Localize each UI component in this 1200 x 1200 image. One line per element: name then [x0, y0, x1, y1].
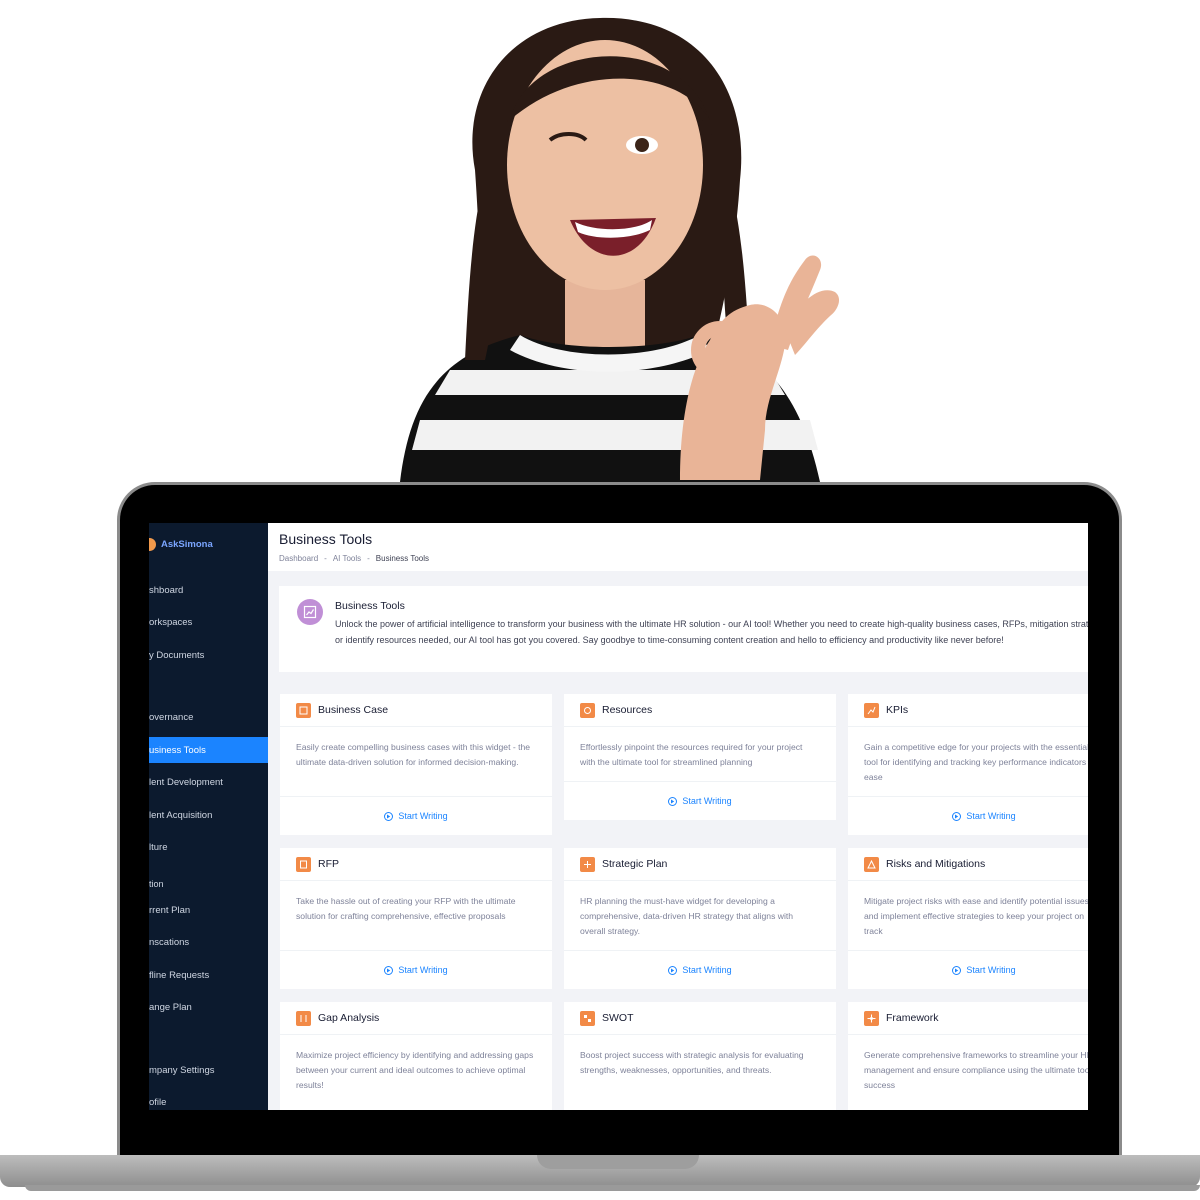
breadcrumb-separator: - [367, 554, 370, 563]
breadcrumb-separator: - [324, 554, 327, 563]
start-writing-button[interactable]: Start Writing [564, 781, 836, 820]
sidebar-item-change-plan[interactable]: ange Plan [149, 994, 268, 1020]
sidebar-item-culture[interactable]: lture [149, 834, 268, 860]
app-screen: AskSimona shboard orkspaces y Documents … [149, 523, 1088, 1110]
sidebar-item-my-documents[interactable]: y Documents [149, 642, 268, 668]
card-description: Generate comprehensive frameworks to str… [864, 1050, 1088, 1090]
card-title: RFP [318, 858, 339, 870]
start-writing-label: Start Writing [398, 965, 448, 975]
intro-text: Unlock the power of artificial intellige… [335, 619, 1088, 645]
play-circle-icon [952, 811, 962, 821]
card-title: Risks and Mitigations [886, 858, 986, 870]
laptop-notch [537, 1155, 699, 1169]
card-title: Framework [886, 1012, 939, 1024]
tool-card-framework[interactable]: Framework Generate comprehensive framewo… [848, 1002, 1088, 1110]
intro-title: Business Tools [335, 600, 405, 612]
breadcrumb-ai-tools[interactable]: AI Tools [333, 554, 361, 563]
sidebar-item-transactions[interactable]: nscations [149, 929, 268, 955]
sidebar-item-profile[interactable]: ofile [149, 1089, 268, 1110]
start-writing-label: Start Writing [966, 965, 1016, 975]
sidebar-item-talent-development[interactable]: lent Development [149, 769, 268, 795]
sidebar: AskSimona shboard orkspaces y Documents … [149, 523, 268, 1110]
start-writing-label: Start Writing [682, 796, 732, 806]
card-description: Gain a competitive edge for your project… [864, 742, 1088, 782]
sidebar-item-company-settings[interactable]: mpany Settings [149, 1057, 268, 1083]
sidebar-item-current-plan[interactable]: rrent Plan [149, 897, 268, 923]
sidebar-item-offline-requests[interactable]: fline Requests [149, 962, 268, 988]
tool-icon [580, 702, 595, 718]
warning-icon [864, 856, 879, 872]
tool-card-resources[interactable]: Resources Effortlessly pinpoint the reso… [564, 694, 836, 820]
start-writing-label: Start Writing [966, 811, 1016, 821]
tool-icon [864, 702, 879, 718]
card-title: Business Case [318, 704, 389, 716]
start-writing-label: Start Writing [682, 965, 732, 975]
start-writing-button[interactable]: Start Writing [280, 950, 552, 989]
sidebar-section-subscription: ption [149, 879, 164, 889]
sidebar-item-talent-acquisition[interactable]: lent Acquisition [149, 802, 268, 828]
laptop-base-edge [25, 1185, 1200, 1191]
sidebar-item-dashboard[interactable]: shboard [149, 577, 268, 603]
play-circle-icon [668, 796, 678, 806]
breadcrumb-current: Business Tools [375, 554, 430, 563]
card-description: Easily create compelling business cases … [296, 742, 531, 767]
tool-card-business-case[interactable]: Business Case Easily create compelling b… [280, 694, 552, 835]
start-writing-button[interactable]: Start Writing [848, 950, 1088, 989]
intro-panel: Business Tools Unlock the power of artif… [279, 586, 1088, 672]
tool-icon [296, 1010, 311, 1026]
start-writing-button[interactable]: Start Writing [848, 796, 1088, 835]
sidebar-item-governance[interactable]: overnance [149, 704, 268, 730]
tool-card-strategic-plan[interactable]: Strategic Plan HR planning the must-have… [564, 848, 836, 989]
woman-photo [400, 17, 840, 482]
brand-name: AskSimona [161, 539, 213, 550]
play-circle-icon [384, 811, 394, 821]
play-circle-icon [384, 965, 394, 975]
tool-icon [296, 702, 311, 718]
card-description: HR planning the must-have widget for dev… [580, 896, 794, 936]
tool-icon [296, 856, 311, 872]
tool-icon [580, 856, 595, 872]
play-circle-icon [668, 965, 678, 975]
card-title: Gap Analysis [318, 1012, 380, 1024]
card-description: Mitigate project risks with ease and ide… [864, 896, 1088, 936]
brand[interactable]: AskSimona [149, 538, 213, 551]
card-title: Resources [602, 704, 653, 716]
brand-logo-icon [149, 538, 156, 551]
tool-card-kpis[interactable]: KPIs Gain a competitive edge for your pr… [848, 694, 1088, 835]
sidebar-item-workspaces[interactable]: orkspaces [149, 609, 268, 635]
card-description: Take the hassle out of creating your RFP… [296, 896, 516, 921]
start-writing-button[interactable]: Start Writing [280, 796, 552, 835]
tool-card-rfp[interactable]: RFP Take the hassle out of creating your… [280, 848, 552, 989]
sidebar-item-business-tools[interactable]: usiness Tools [149, 737, 268, 763]
start-writing-button[interactable]: Start Writing [564, 950, 836, 989]
play-circle-icon [952, 965, 962, 975]
chart-icon [297, 599, 323, 625]
card-description: Effortlessly pinpoint the resources requ… [580, 742, 803, 767]
tool-card-gap-analysis[interactable]: Gap Analysis Maximize project efficiency… [280, 1002, 552, 1110]
breadcrumb-dashboard[interactable]: Dashboard [279, 554, 318, 563]
card-title: Strategic Plan [602, 858, 668, 870]
breadcrumb: Dashboard - AI Tools - Business Tools [279, 554, 429, 563]
page-title: Business Tools [279, 531, 373, 547]
card-title: SWOT [602, 1012, 634, 1024]
page-header: Business Tools Dashboard - AI Tools - Bu… [268, 523, 1088, 571]
card-title: KPIs [886, 704, 909, 716]
tool-card-risks-and-mitigations[interactable]: Risks and Mitigations Mitigate project r… [848, 848, 1088, 989]
tool-card-swot[interactable]: SWOT Boost project success with strategi… [564, 1002, 836, 1110]
card-description: Maximize project efficiency by identifyi… [296, 1050, 534, 1090]
tool-icon [864, 1010, 879, 1026]
tool-icon [580, 1010, 595, 1026]
start-writing-label: Start Writing [398, 811, 448, 821]
card-description: Boost project success with strategic ana… [580, 1050, 804, 1075]
